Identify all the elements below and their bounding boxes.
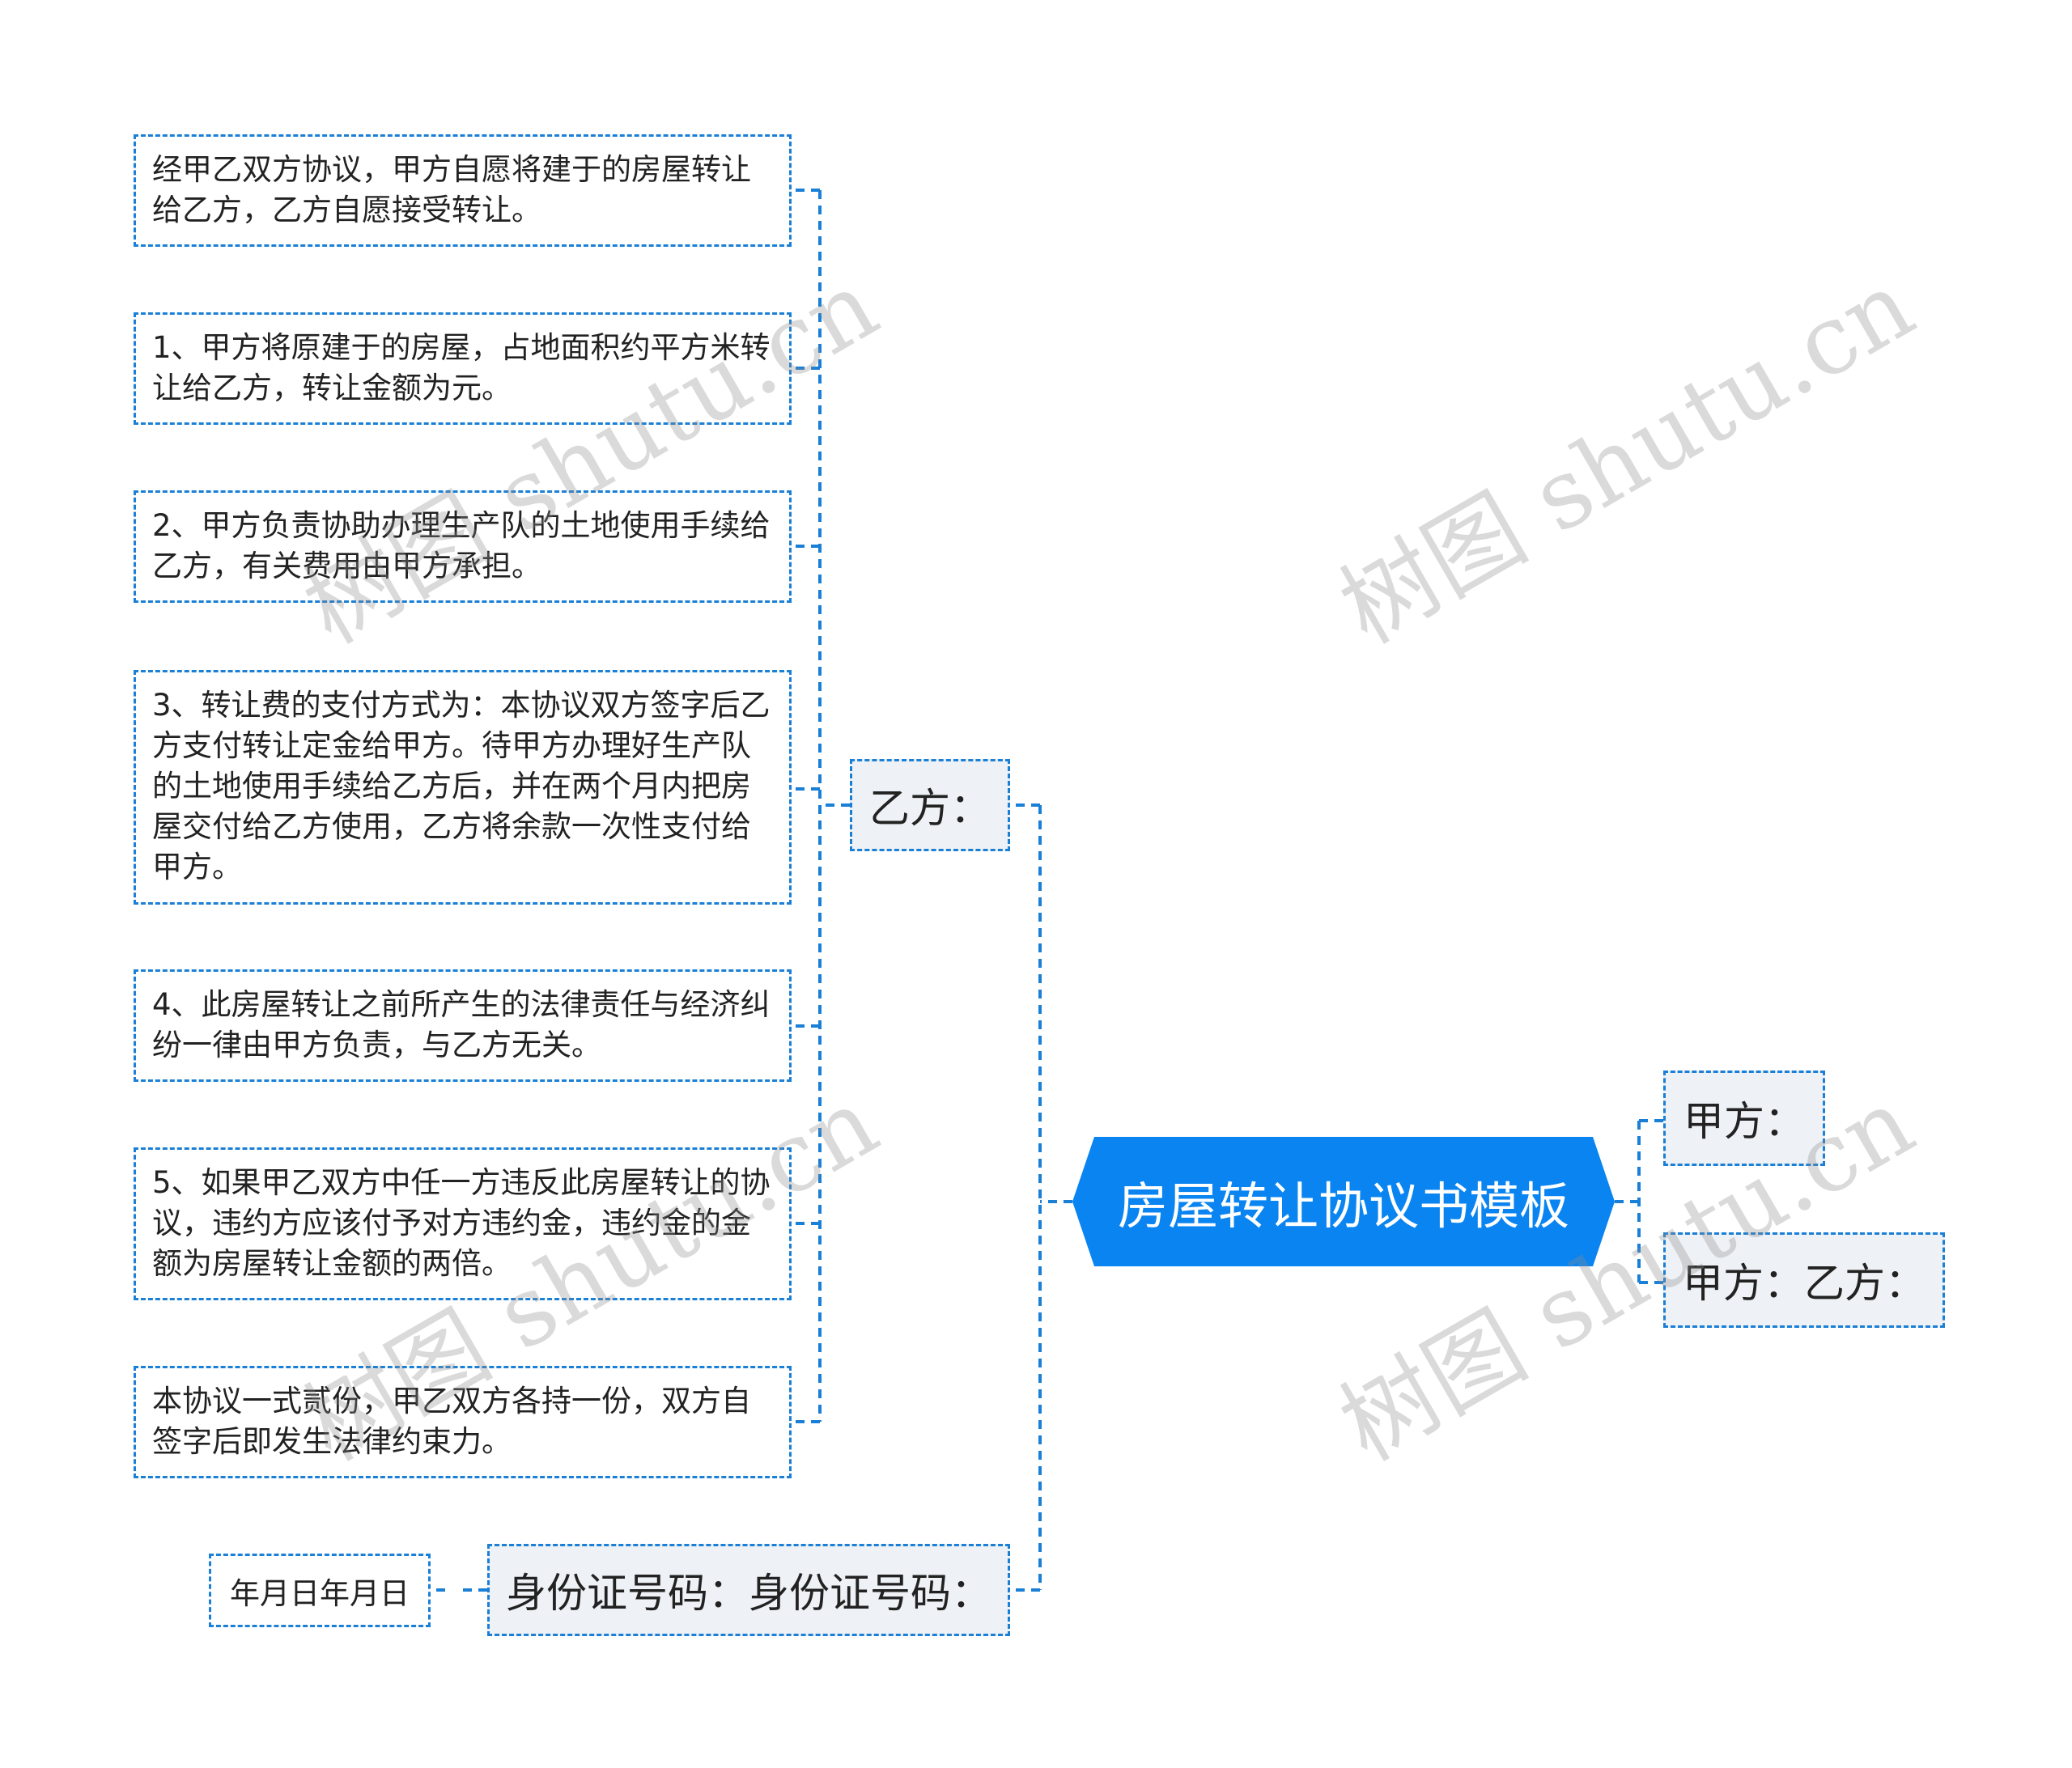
leaf-text: 本协议一式贰份，甲乙双方各持一份，双方自签字后即发生法律约束力。: [152, 1384, 751, 1459]
branch-label: 甲方：: [1684, 1098, 1805, 1145]
leaf-text: 4、此房屋转让之前所产生的法律责任与经济纠纷一律由甲方负责，与乙方无关。: [152, 987, 771, 1062]
branch-jiafang[interactable]: 甲方：: [1663, 1071, 1825, 1166]
leaf-agreement-copies[interactable]: 本协议一式贰份，甲乙双方各持一份，双方自签字后即发生法律约束力。: [134, 1366, 792, 1478]
branch-yifang[interactable]: 乙方：: [850, 759, 1010, 851]
leaf-agreement-intro[interactable]: 经甲乙双方协议，甲方自愿将建于的房屋转让给乙方，乙方自愿接受转让。: [134, 134, 792, 247]
root-node[interactable]: 房屋转让协议书模板: [1072, 1137, 1615, 1266]
leaf-date[interactable]: 年月日年月日: [209, 1554, 431, 1627]
leaf-clause-3[interactable]: 3、转让费的支付方式为：本协议双方签字后乙方支付转让定金给甲方。待甲方办理好生产…: [134, 670, 792, 905]
leaf-clause-5[interactable]: 5、如果甲乙双方中任一方违反此房屋转让的协议，违约方应该付予对方违约金，违约金的…: [134, 1147, 792, 1300]
leaf-text: 5、如果甲乙双方中任一方违反此房屋转让的协议，违约方应该付予对方违约金，违约金的…: [152, 1165, 771, 1281]
leaf-clause-2[interactable]: 2、甲方负责协助办理生产队的土地使用手续给乙方，有关费用由甲方承担。: [134, 490, 792, 603]
leaf-text: 3、转让费的支付方式为：本协议双方签字后乙方支付转让定金给甲方。待甲方办理好生产…: [152, 688, 771, 884]
leaf-text: 年月日年月日: [230, 1575, 410, 1611]
leaf-clause-1[interactable]: 1、甲方将原建于的房屋，占地面积约平方米转让给乙方，转让金额为元。: [134, 312, 792, 425]
branch-label: 身份证号码：身份证号码：: [506, 1570, 991, 1617]
leaf-text: 1、甲方将原建于的房屋，占地面积约平方米转让给乙方，转让金额为元。: [152, 330, 771, 405]
branch-label: 甲方：乙方：: [1683, 1260, 1926, 1307]
leaf-clause-4[interactable]: 4、此房屋转让之前所产生的法律责任与经济纠纷一律由甲方负责，与乙方无关。: [134, 969, 792, 1082]
branch-idcard[interactable]: 身份证号码：身份证号码：: [487, 1544, 1010, 1636]
branch-label: 乙方：: [869, 785, 991, 832]
root-title: 房屋转让协议书模板: [1117, 1177, 1569, 1236]
branch-jiafang-yifang[interactable]: 甲方：乙方：: [1663, 1232, 1945, 1328]
leaf-text: 2、甲方负责协助办理生产队的土地使用手续给乙方，有关费用由甲方承担。: [152, 508, 771, 583]
leaf-text: 经甲乙双方协议，甲方自愿将建于的房屋转让给乙方，乙方自愿接受转让。: [152, 152, 751, 227]
